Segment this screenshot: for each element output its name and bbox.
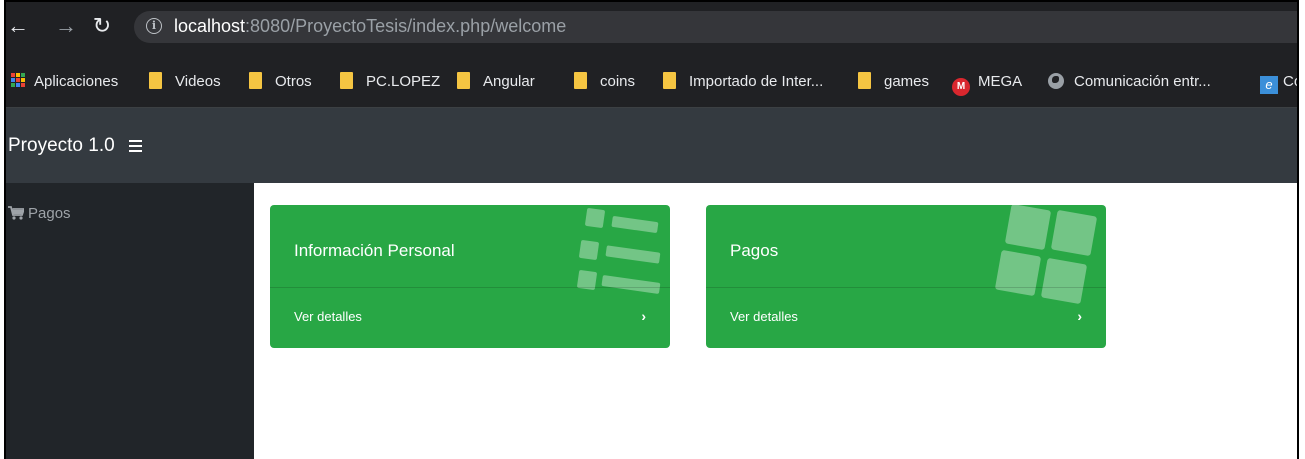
sidebar-item-pagos[interactable]: Pagos: [8, 205, 71, 225]
card-title: Información Personal: [294, 241, 455, 260]
ver-detalles-link[interactable]: Ver detalles ›: [270, 287, 670, 348]
bookmark-co[interactable]: e Co: [1260, 71, 1297, 94]
bookmark-otros[interactable]: Otros: [249, 71, 312, 93]
bookmark-label: Comunicación entr...: [1074, 73, 1211, 90]
chevron-right-icon: ›: [641, 308, 646, 324]
url-host: localhost: [174, 16, 246, 36]
bookmark-angular[interactable]: Angular: [457, 71, 535, 93]
cart-icon: [8, 206, 24, 220]
info-icon[interactable]: i: [146, 18, 162, 34]
bookmarks-bar: Aplicaciones Videos Otros PC.LOPEZ Angul…: [6, 58, 1297, 108]
bookmark-label: Otros: [275, 73, 312, 90]
back-arrow-icon[interactable]: ←: [6, 14, 30, 38]
bookmark-label: Angular: [483, 73, 535, 90]
bookmark-videos[interactable]: Videos: [149, 71, 221, 93]
bookmark-importado[interactable]: Importado de Inter...: [663, 71, 823, 93]
address-bar[interactable]: i localhost:8080/ProyectoTesis/index.php…: [134, 11, 1297, 43]
bookmark-label: Videos: [175, 73, 221, 90]
folder-icon: [149, 72, 162, 89]
bookmark-mega[interactable]: M MEGA: [952, 71, 1023, 96]
bookmark-label: games: [884, 73, 930, 90]
card-footer-label: Ver detalles: [730, 309, 798, 324]
app-navbar: Proyecto 1.0: [6, 108, 1297, 183]
bookmark-label: Importado de Inter...: [689, 73, 824, 90]
folder-icon: [663, 72, 676, 89]
url-text[interactable]: localhost:8080/ProyectoTesis/index.php/w…: [174, 16, 566, 37]
bookmark-comunicacion[interactable]: Comunicación entr...: [1048, 71, 1211, 93]
folder-icon: [249, 72, 262, 89]
card-title: Pagos: [730, 241, 779, 260]
e-icon: e: [1260, 76, 1278, 94]
bookmark-label: PC.LOPEZ: [366, 73, 441, 90]
bookmark-label: Aplicaciones: [34, 73, 119, 90]
browser-toolbar: ← → ↻ i localhost:8080/ProyectoTesis/ind…: [6, 2, 1297, 58]
sidebar: Pagos: [6, 183, 254, 459]
globe-icon: [1048, 73, 1064, 89]
reload-icon[interactable]: ↻: [90, 14, 114, 38]
menu-toggle-icon[interactable]: [126, 135, 146, 157]
bookmark-pc-lopez[interactable]: PC.LOPEZ: [340, 71, 440, 93]
folder-icon: [340, 72, 353, 89]
ver-detalles-link[interactable]: Ver detalles ›: [706, 287, 1106, 348]
browser-window: ← → ↻ i localhost:8080/ProyectoTesis/ind…: [4, 0, 1299, 459]
mega-icon: M: [952, 78, 970, 96]
bookmark-aplicaciones[interactable]: Aplicaciones: [10, 71, 118, 93]
bookmark-label: coins: [600, 73, 636, 90]
brand-title[interactable]: Proyecto 1.0: [8, 135, 115, 157]
forward-arrow-icon[interactable]: →: [54, 14, 78, 38]
sidebar-item-label: Pagos: [28, 205, 71, 222]
card-pagos: Pagos Ver detalles ›: [706, 205, 1106, 348]
folder-icon: [574, 72, 587, 89]
bookmark-label: Co: [1283, 73, 1297, 90]
chevron-right-icon: ›: [1077, 308, 1082, 324]
folder-icon: [457, 72, 470, 89]
url-path: :8080/ProyectoTesis/index.php/welcome: [245, 16, 567, 36]
bookmark-coins[interactable]: coins: [574, 71, 635, 93]
card-footer-label: Ver detalles: [294, 309, 362, 324]
card-informacion-personal: Información Personal Ver detalles ›: [270, 205, 670, 348]
folder-icon: [858, 72, 871, 89]
bookmark-label: MEGA: [978, 73, 1023, 90]
bookmark-games[interactable]: games: [858, 71, 929, 93]
apps-icon: [11, 73, 25, 87]
